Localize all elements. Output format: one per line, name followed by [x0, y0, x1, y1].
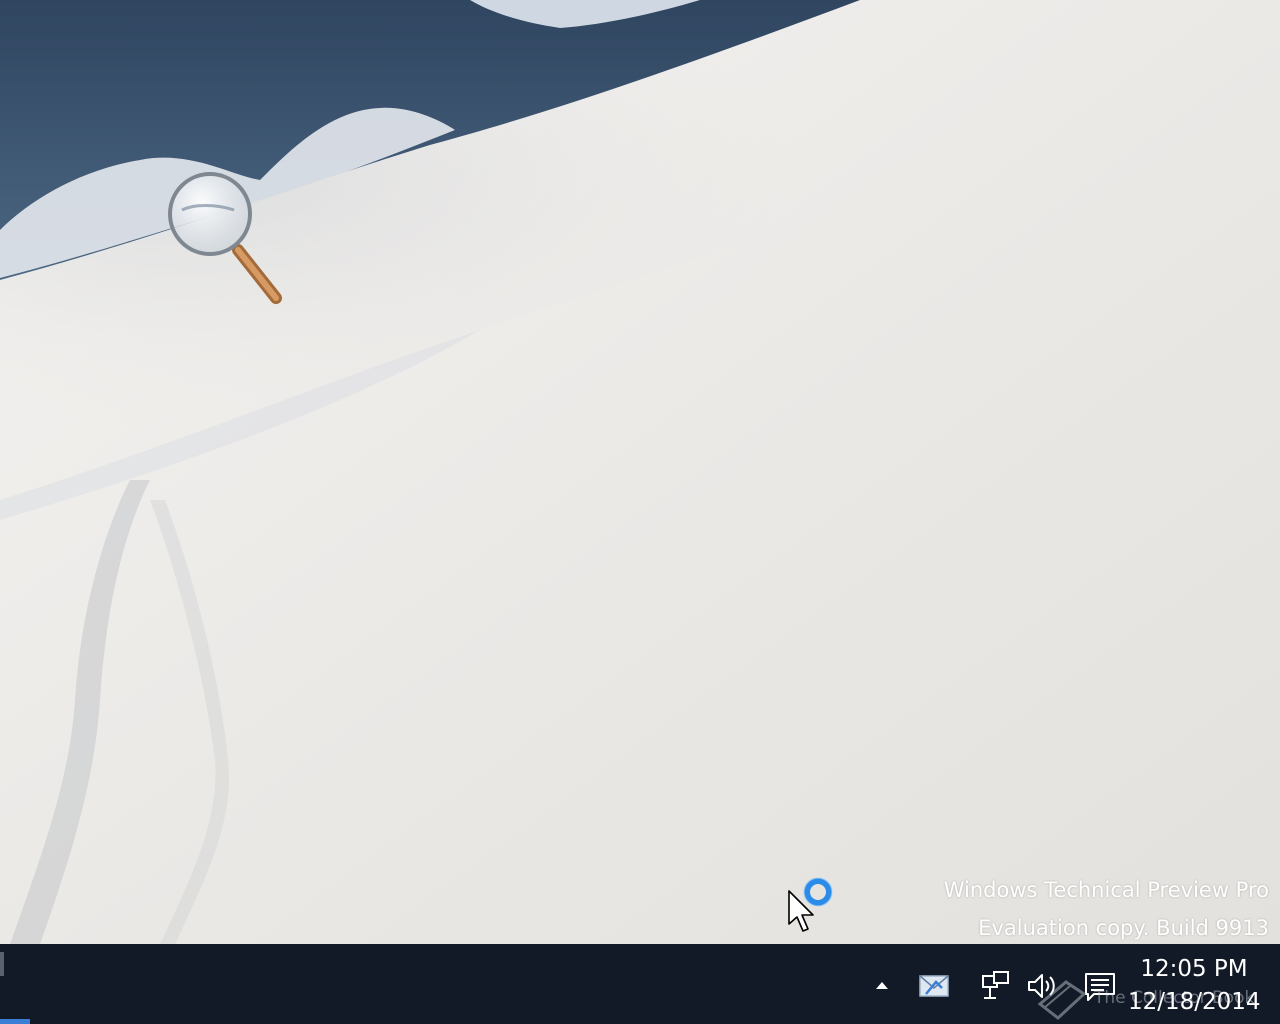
start-button-edge[interactable]	[0, 952, 4, 976]
desktop[interactable]: Windows Technical Preview Pro Evaluation…	[0, 0, 1280, 944]
build-watermark: Evaluation copy. Build 9913	[978, 916, 1269, 940]
edition-watermark: Windows Technical Preview Pro	[943, 878, 1269, 902]
snow-mountain-wallpaper	[0, 0, 1280, 944]
network-icon[interactable]	[978, 966, 1014, 1006]
clock-date: 12/18/2014	[1128, 989, 1261, 1015]
magnifier-icon[interactable]	[160, 166, 290, 311]
start-active-indicator	[0, 1019, 30, 1024]
clock-time: 12:05 PM	[1140, 956, 1248, 982]
busy-ring-icon	[803, 877, 833, 907]
tray-app-icon[interactable]	[916, 966, 952, 1006]
chevron-up-icon[interactable]	[868, 966, 896, 1006]
taskbar-clock[interactable]: 12:05 PM 12/18/2014	[1128, 950, 1268, 1020]
book-logo-icon	[1037, 980, 1087, 1020]
